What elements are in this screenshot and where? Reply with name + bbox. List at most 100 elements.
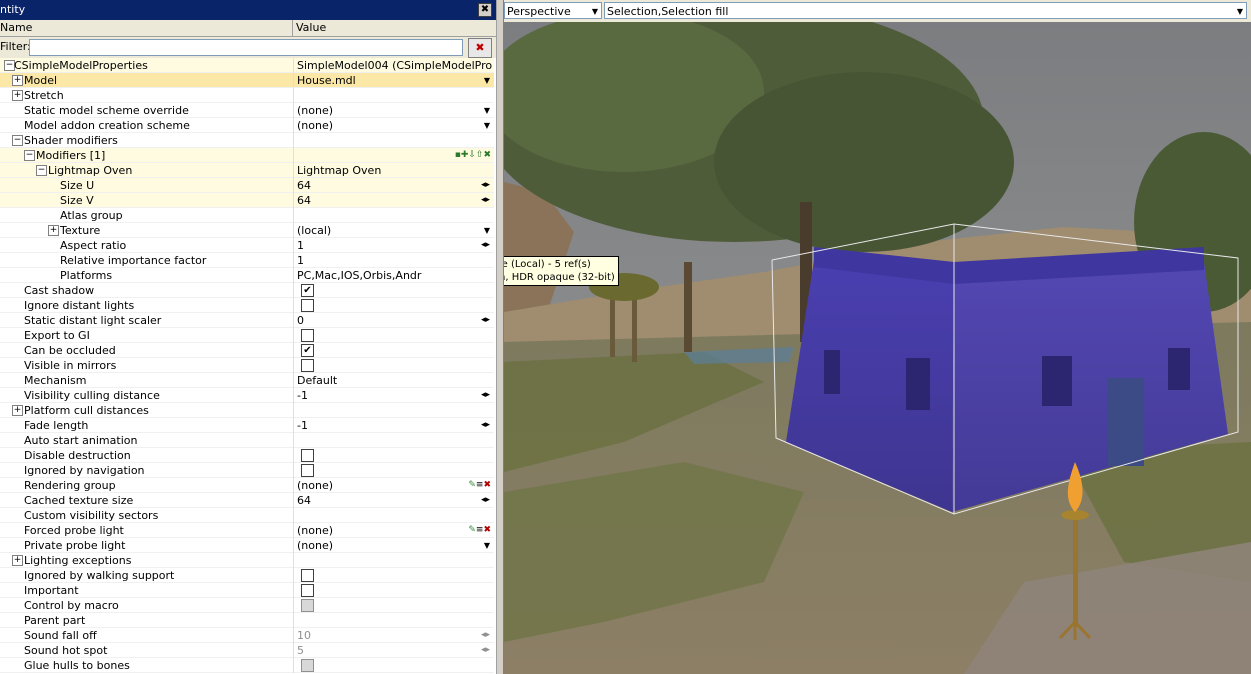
property-value[interactable]: (none) [297, 523, 493, 538]
property-value[interactable]: 1 [297, 253, 493, 268]
property-row[interactable]: Export to GI [0, 328, 494, 343]
property-row[interactable]: − Modifiers [1] ▪✚⇩⇧✖ [0, 148, 494, 163]
property-row[interactable]: Glue hulls to bones [0, 658, 494, 673]
property-row[interactable]: Ignored by walking support [0, 568, 494, 583]
property-row[interactable]: Ignore distant lights [0, 298, 494, 313]
expand-icon[interactable]: + [12, 90, 23, 101]
property-row[interactable]: Sound hot spot 5 ◂▸ [0, 643, 494, 658]
property-checkbox[interactable]: ✔ [301, 344, 314, 357]
expand-icon[interactable]: + [12, 405, 23, 416]
spin-arrows-icon[interactable]: ◂▸ [481, 388, 490, 403]
expand-icon[interactable]: + [48, 225, 59, 236]
property-value[interactable]: -1 [297, 418, 493, 433]
chevron-down-icon[interactable]: ▼ [484, 103, 490, 118]
property-row[interactable]: + Texture (local) ▼ [0, 223, 494, 238]
spin-arrows-icon[interactable]: ◂▸ [481, 238, 490, 253]
property-checkbox[interactable] [301, 449, 314, 462]
property-row[interactable]: Platforms PC,Mac,IOS,Orbis,Andr [0, 268, 494, 283]
property-checkbox[interactable] [301, 299, 314, 312]
property-row[interactable]: Auto start animation [0, 433, 494, 448]
property-value[interactable]: 0 [297, 313, 493, 328]
chevron-down-icon[interactable]: ▼ [484, 118, 490, 133]
property-value[interactable]: 64 [297, 178, 493, 193]
property-row[interactable]: Custom visibility sectors [0, 508, 494, 523]
property-row[interactable]: Mechanism Default [0, 373, 494, 388]
property-row[interactable]: Rendering group (none) ✎≡✖ [0, 478, 494, 493]
panel-close-icon[interactable]: ✖ [478, 3, 492, 17]
property-row[interactable]: Size U 64 ◂▸ [0, 178, 494, 193]
spin-arrows-icon[interactable]: ◂▸ [481, 643, 490, 658]
spin-arrows-icon[interactable]: ◂▸ [481, 193, 490, 208]
property-value[interactable]: 64 [297, 493, 493, 508]
property-row[interactable]: Can be occluded ✔ [0, 343, 494, 358]
property-row[interactable]: Private probe light (none) ▼ [0, 538, 494, 553]
property-checkbox[interactable] [301, 464, 314, 477]
property-row[interactable]: Cached texture size 64 ◂▸ [0, 493, 494, 508]
property-row[interactable]: + Stretch [0, 88, 494, 103]
property-value[interactable]: (local) [297, 223, 493, 238]
delete-icon[interactable]: ✖ [483, 480, 491, 490]
property-value[interactable]: PC,Mac,IOS,Orbis,Andr [297, 268, 493, 283]
property-row[interactable]: − Shader modifiers [0, 133, 494, 148]
property-value[interactable]: (none) [297, 538, 493, 553]
property-value[interactable]: 10 [297, 628, 493, 643]
property-value[interactable]: (none) [297, 478, 493, 493]
name-column-header[interactable]: Name [0, 20, 293, 36]
property-checkbox[interactable] [301, 584, 314, 597]
property-value[interactable]: 5 [297, 643, 493, 658]
property-value[interactable]: 64 [297, 193, 493, 208]
property-checkbox[interactable] [301, 329, 314, 342]
property-row[interactable]: Static model scheme override (none) ▼ [0, 103, 494, 118]
collapse-icon[interactable]: − [12, 135, 23, 146]
property-value[interactable]: -1 [297, 388, 493, 403]
property-row[interactable]: Parent part [0, 613, 494, 628]
clear-filter-button[interactable]: ✖ [468, 38, 492, 58]
collapse-icon[interactable]: − [24, 150, 35, 161]
property-checkbox[interactable] [301, 569, 314, 582]
value-column-header[interactable]: Value [296, 20, 326, 36]
property-row[interactable]: Visible in mirrors [0, 358, 494, 373]
property-row[interactable]: Visibility culling distance -1 ◂▸ [0, 388, 494, 403]
property-row[interactable]: Aspect ratio 1 ◂▸ [0, 238, 494, 253]
property-row[interactable]: − Lightmap Oven Lightmap Oven [0, 163, 494, 178]
property-row[interactable]: Fade length -1 ◂▸ [0, 418, 494, 433]
property-value[interactable]: (none) [297, 118, 493, 133]
edit-pencil-icon[interactable]: ✎ [468, 525, 476, 535]
property-value[interactable]: Default [297, 373, 493, 388]
property-checkbox[interactable]: ✔ [301, 284, 314, 297]
spin-arrows-icon[interactable]: ◂▸ [481, 313, 490, 328]
property-row[interactable]: + Model House.mdl ▼ [0, 73, 494, 88]
property-row[interactable]: Control by macro [0, 598, 494, 613]
property-row[interactable]: Sound fall off 10 ◂▸ [0, 628, 494, 643]
property-row[interactable]: Cast shadow ✔ [0, 283, 494, 298]
property-value[interactable]: House.mdl [297, 73, 493, 88]
property-value[interactable]: Lightmap Oven [297, 163, 493, 178]
filter-input[interactable] [29, 39, 463, 56]
property-row[interactable]: Relative importance factor 1 [0, 253, 494, 268]
panel-splitter[interactable] [496, 0, 504, 674]
property-row[interactable]: Static distant light scaler 0 ◂▸ [0, 313, 494, 328]
3d-viewport[interactable] [504, 22, 1251, 674]
modifier-action-icons[interactable]: ▪✚⇩⇧✖ [455, 148, 491, 163]
property-row[interactable]: Important [0, 583, 494, 598]
spin-arrows-icon[interactable]: ◂▸ [481, 628, 490, 643]
property-row[interactable]: + Lighting exceptions [0, 553, 494, 568]
property-row[interactable]: Forced probe light (none) ✎≡✖ [0, 523, 494, 538]
render-mode-select[interactable]: Selection,Selection fill ▼ [604, 2, 1247, 19]
spin-arrows-icon[interactable]: ◂▸ [481, 178, 490, 193]
view-mode-select[interactable]: Perspective ▼ [504, 2, 602, 19]
property-value[interactable]: 1 [297, 238, 493, 253]
spin-arrows-icon[interactable]: ◂▸ [481, 493, 490, 508]
expand-icon[interactable]: + [12, 555, 23, 566]
chevron-down-icon[interactable]: ▼ [484, 73, 490, 88]
property-row[interactable]: Ignored by navigation [0, 463, 494, 478]
property-checkbox[interactable] [301, 359, 314, 372]
delete-icon[interactable]: ✖ [483, 525, 491, 535]
chevron-down-icon[interactable]: ▼ [484, 538, 490, 553]
property-row[interactable]: Model addon creation scheme (none) ▼ [0, 118, 494, 133]
spin-arrows-icon[interactable]: ◂▸ [481, 418, 490, 433]
edit-pencil-icon[interactable]: ✎ [468, 480, 476, 490]
property-row[interactable]: Atlas group [0, 208, 494, 223]
collapse-icon[interactable]: − [36, 165, 47, 176]
property-value[interactable]: (none) [297, 103, 493, 118]
